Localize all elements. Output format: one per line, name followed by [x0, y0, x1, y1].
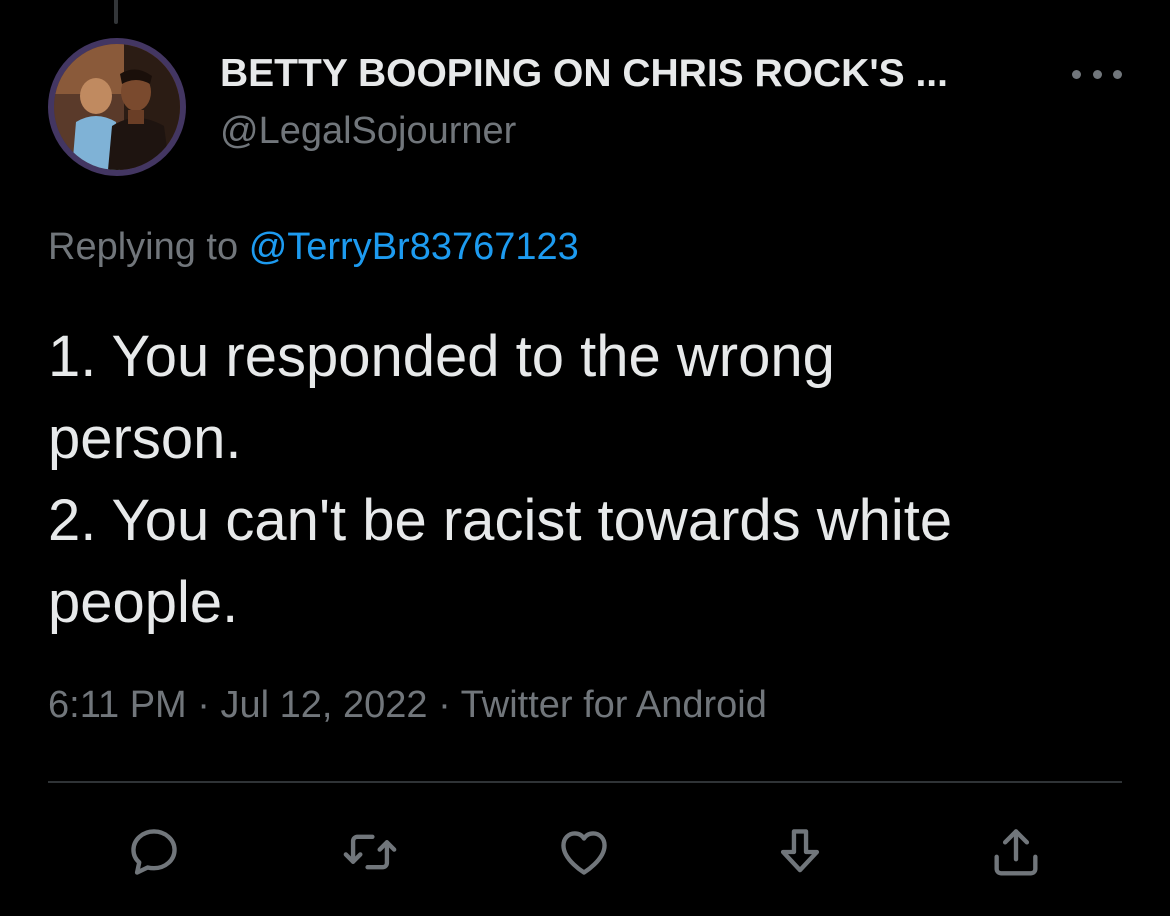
- tweet-source[interactable]: Twitter for Android: [461, 684, 767, 726]
- heart-icon: [561, 831, 607, 875]
- like-button[interactable]: [552, 820, 616, 884]
- tweet-text-line: person.: [48, 406, 242, 471]
- replying-to: Replying to @TerryBr83767123: [48, 226, 579, 269]
- retweet-button[interactable]: [338, 820, 402, 884]
- more-options-button[interactable]: [1072, 62, 1122, 86]
- thread-connector-line: [114, 0, 118, 24]
- tweet-text-line: 1. You responded to the wrong: [48, 324, 835, 389]
- retweet-icon: [343, 834, 397, 870]
- replying-to-mention[interactable]: @TerryBr83767123: [249, 226, 579, 268]
- tweet-text-line: 2. You can't be racist towards white: [48, 488, 953, 553]
- more-dots-icon-dot: [1092, 69, 1102, 79]
- share-button[interactable]: [984, 820, 1048, 884]
- more-dots-icon: [1072, 69, 1081, 79]
- author-display-name[interactable]: BETTY BOOPING ON CHRIS ROCK'S ...: [220, 52, 948, 96]
- divider: [48, 781, 1122, 783]
- tweet-date[interactable]: Jul 12, 2022: [220, 684, 427, 726]
- reply-bubble-icon: [131, 829, 177, 875]
- avatar[interactable]: [48, 38, 186, 176]
- meta-separator: ·: [186, 684, 221, 726]
- replying-to-label: Replying to: [48, 226, 239, 268]
- tweet-time[interactable]: 6:11 PM: [48, 684, 187, 726]
- reply-button[interactable]: [122, 820, 186, 884]
- bookmark-button[interactable]: [768, 820, 832, 884]
- avatar-photo: [54, 44, 180, 170]
- tweet-actions-bar: [0, 820, 1170, 884]
- tweet-text: 1. You responded to the wrong person. 2.…: [48, 316, 1138, 644]
- tweet-meta: 6:11 PM · Jul 12, 2022 · Twitter for And…: [48, 684, 767, 727]
- share-upload-icon: [994, 829, 1038, 876]
- download-arrow-icon: [780, 829, 820, 873]
- meta-separator: ·: [427, 684, 461, 726]
- more-dots-icon-dot: [1113, 69, 1122, 79]
- tweet-text-line: people.: [48, 570, 239, 635]
- author-handle[interactable]: @LegalSojourner: [220, 110, 516, 153]
